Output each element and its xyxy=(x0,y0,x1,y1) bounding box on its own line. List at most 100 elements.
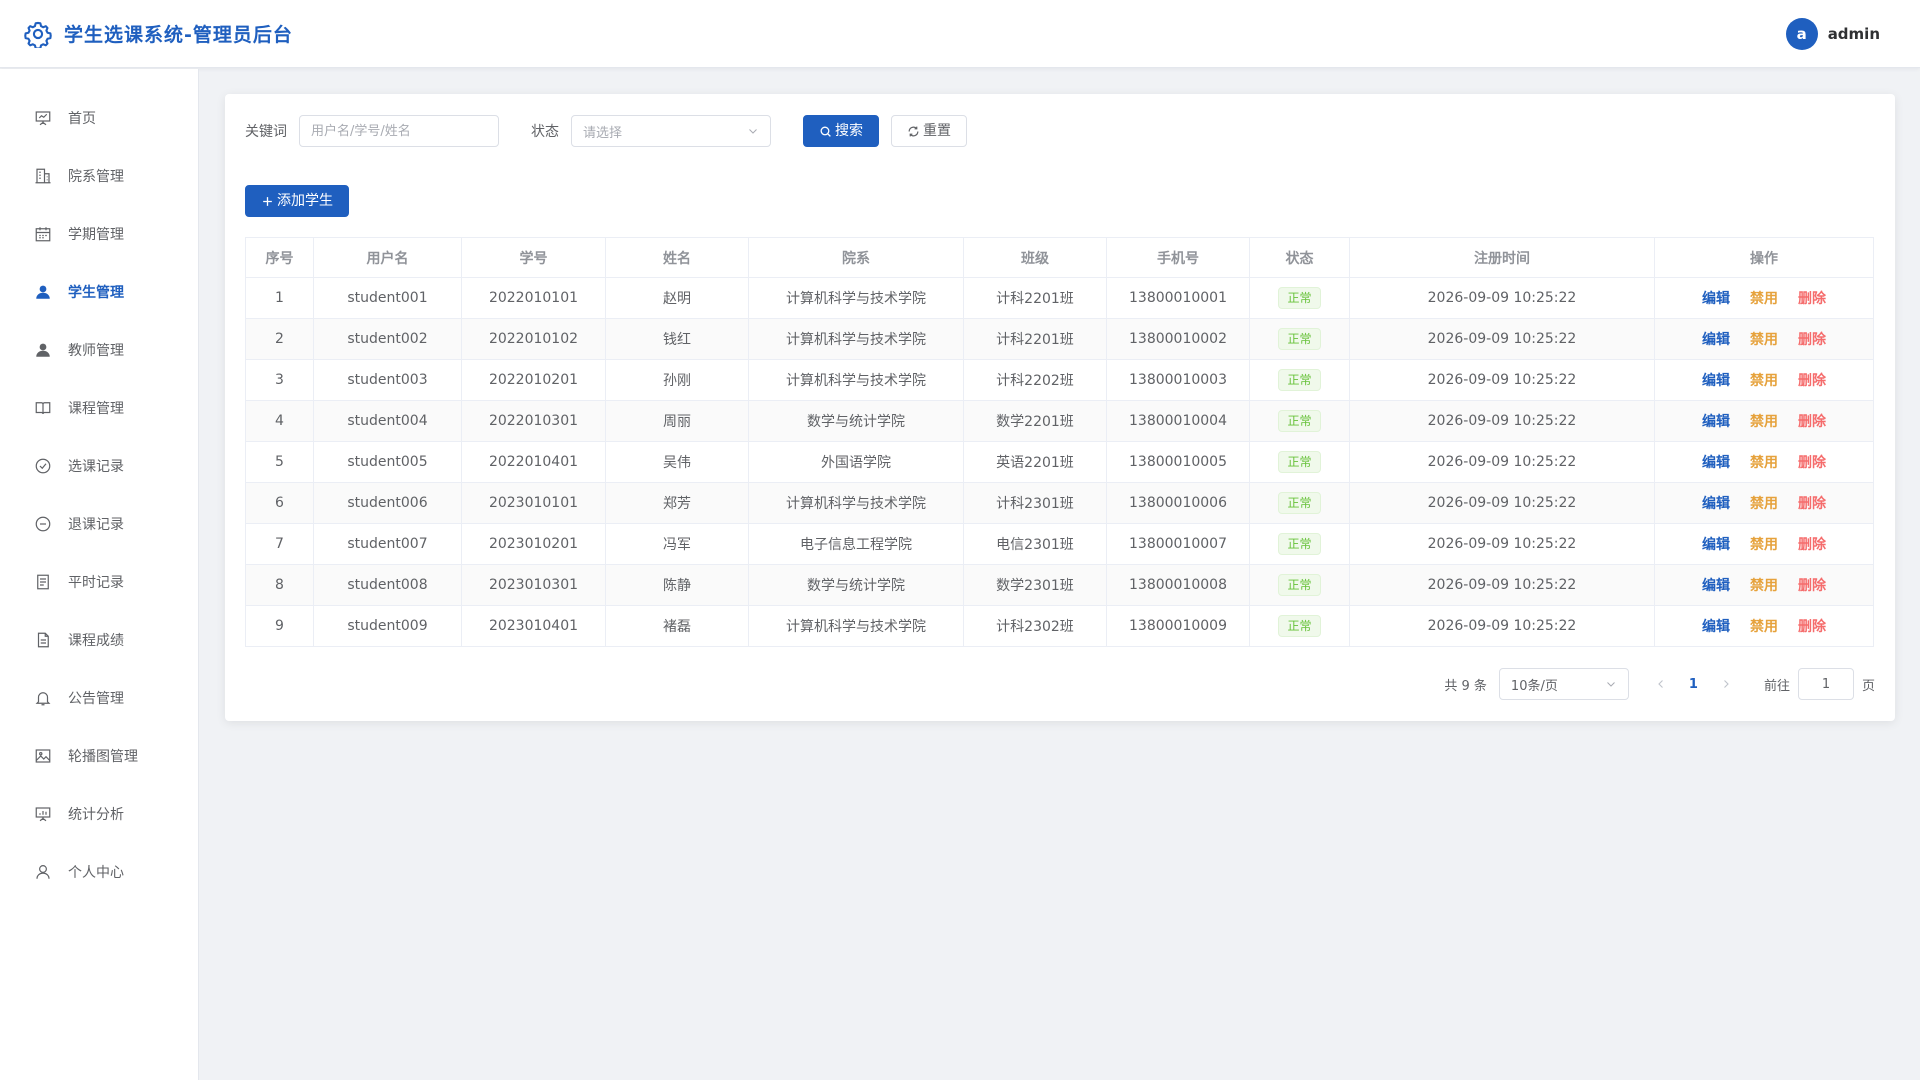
add-student-button[interactable]: 添加学生 xyxy=(245,185,349,217)
chevron-down-icon xyxy=(749,129,757,134)
table-cell: student008 xyxy=(313,564,462,606)
delete-button[interactable]: 删除 xyxy=(1798,496,1826,512)
column-header: 操作 xyxy=(1654,237,1874,278)
status-cell: 正常 xyxy=(1249,564,1350,606)
disable-button[interactable]: 禁用 xyxy=(1750,496,1778,512)
table-cell: student005 xyxy=(313,441,462,483)
edit-button[interactable]: 编辑 xyxy=(1702,496,1730,512)
actions-cell: 编辑 禁用 删除 xyxy=(1654,564,1874,606)
table-cell: student001 xyxy=(313,277,462,319)
table-cell: student009 xyxy=(313,605,462,647)
edit-button[interactable]: 编辑 xyxy=(1702,455,1730,471)
status-badge: 正常 xyxy=(1278,287,1321,309)
sidebar-item-label: 轮播图管理 xyxy=(68,749,138,765)
delete-button[interactable]: 删除 xyxy=(1798,291,1826,307)
sidebar-item-label: 院系管理 xyxy=(68,169,124,185)
table-cell: student006 xyxy=(313,482,462,524)
next-page-button[interactable] xyxy=(1714,678,1738,690)
table-cell: 数学与统计学院 xyxy=(748,564,964,606)
sidebar-item-courses[interactable]: 课程管理 xyxy=(0,379,198,437)
tickets-icon xyxy=(37,574,49,590)
page-size-select[interactable]: 10条/页 xyxy=(1498,668,1629,700)
avatar[interactable]: a xyxy=(1785,18,1818,50)
sidebar: 首页 院系管理 学期管理 学生管理 教师管理 课程管理 选课记录 退课记录 平时… xyxy=(0,69,199,1080)
user-menu[interactable]: a admin xyxy=(1785,18,1880,50)
status-badge: 正常 xyxy=(1278,574,1321,596)
disable-button[interactable]: 禁用 xyxy=(1750,537,1778,553)
table-cell: 2023010301 xyxy=(461,564,606,606)
disable-button[interactable]: 禁用 xyxy=(1750,414,1778,430)
table-cell: student007 xyxy=(313,523,462,565)
disable-button[interactable]: 禁用 xyxy=(1750,578,1778,594)
username[interactable]: admin xyxy=(1828,25,1880,43)
delete-button[interactable]: 删除 xyxy=(1798,537,1826,553)
sidebar-item-students[interactable]: 学生管理 xyxy=(0,263,198,321)
table-cell: 计算机科学与技术学院 xyxy=(748,482,964,524)
plus-icon xyxy=(263,196,272,206)
page-number[interactable]: 1 xyxy=(1689,677,1698,692)
sidebar-item-announcements[interactable]: 公告管理 xyxy=(0,669,198,727)
filter-bar: 关键词 状态 请选择 搜索 重置 xyxy=(245,115,967,147)
actions-cell: 编辑 禁用 删除 xyxy=(1654,441,1874,483)
delete-button[interactable]: 删除 xyxy=(1798,332,1826,348)
disable-button[interactable]: 禁用 xyxy=(1750,332,1778,348)
user-filled-icon xyxy=(36,285,50,299)
status-cell: 正常 xyxy=(1249,482,1350,524)
delete-button[interactable]: 删除 xyxy=(1798,455,1826,471)
edit-button[interactable]: 编辑 xyxy=(1702,578,1730,594)
keyword-input[interactable] xyxy=(299,115,499,147)
reset-button[interactable]: 重置 xyxy=(891,115,967,147)
disable-button[interactable]: 禁用 xyxy=(1750,619,1778,635)
edit-button[interactable]: 编辑 xyxy=(1702,414,1730,430)
edit-button[interactable]: 编辑 xyxy=(1702,332,1730,348)
status-cell: 正常 xyxy=(1249,277,1350,319)
goto-page-input[interactable] xyxy=(1797,668,1854,700)
status-badge: 正常 xyxy=(1278,451,1321,473)
status-select[interactable]: 请选择 xyxy=(571,115,771,147)
sidebar-item-profile[interactable]: 个人中心 xyxy=(0,843,198,901)
column-header: 学号 xyxy=(461,237,606,278)
sidebar-item-label: 个人中心 xyxy=(68,865,124,881)
disable-button[interactable]: 禁用 xyxy=(1750,373,1778,389)
edit-button[interactable]: 编辑 xyxy=(1702,291,1730,307)
search-button[interactable]: 搜索 xyxy=(803,115,879,147)
delete-button[interactable]: 删除 xyxy=(1798,619,1826,635)
sidebar-item-drops[interactable]: 退课记录 xyxy=(0,495,198,553)
sidebar-item-departments[interactable]: 院系管理 xyxy=(0,147,198,205)
table-cell: 2023010201 xyxy=(461,523,606,565)
sidebar-item-teachers[interactable]: 教师管理 xyxy=(0,321,198,379)
table-cell: 13800010003 xyxy=(1106,359,1250,401)
sidebar-item-grades[interactable]: 课程成绩 xyxy=(0,611,198,669)
status-badge: 正常 xyxy=(1278,615,1321,637)
delete-button[interactable]: 删除 xyxy=(1798,373,1826,389)
reset-button-label: 重置 xyxy=(923,123,951,139)
sidebar-item-semesters[interactable]: 学期管理 xyxy=(0,205,198,263)
table-cell: 计科2201班 xyxy=(963,318,1107,360)
table-row: 8 student008 2023010301 陈静 数学与统计学院 数学2301班 138… xyxy=(245,564,1874,606)
status-select-placeholder: 请选择 xyxy=(583,125,623,141)
student-table: 序号 用户名 学号 姓名 院系 班级 手机号 状态 注册时间 操作 1 stude… xyxy=(245,237,1874,647)
status-cell: 正常 xyxy=(1249,605,1350,647)
sidebar-item-enrollments[interactable]: 选课记录 xyxy=(0,437,198,495)
sidebar-item-carousel[interactable]: 轮播图管理 xyxy=(0,727,198,785)
column-header: 序号 xyxy=(245,237,314,278)
disable-button[interactable]: 禁用 xyxy=(1750,455,1778,471)
edit-button[interactable]: 编辑 xyxy=(1702,373,1730,389)
table-row: 9 student009 2023010401 褚磊 计算机科学与技术学院 计科2302班… xyxy=(245,605,1874,647)
table-row: 4 student004 2022010301 周丽 数学与统计学院 数学2201班 138… xyxy=(245,400,1874,442)
table-cell: 13800010007 xyxy=(1106,523,1250,565)
table-cell: 外国语学院 xyxy=(748,441,964,483)
prev-page-button[interactable] xyxy=(1649,678,1673,690)
sidebar-item-daily-records[interactable]: 平时记录 xyxy=(0,553,198,611)
edit-button[interactable]: 编辑 xyxy=(1702,537,1730,553)
sidebar-item-home[interactable]: 首页 xyxy=(0,89,198,147)
edit-button[interactable]: 编辑 xyxy=(1702,619,1730,635)
delete-button[interactable]: 删除 xyxy=(1798,578,1826,594)
disable-button[interactable]: 禁用 xyxy=(1750,291,1778,307)
sidebar-item-statistics[interactable]: 统计分析 xyxy=(0,785,198,843)
user-icon xyxy=(36,865,50,879)
logo: 学生选课系统-管理员后台 xyxy=(24,20,293,48)
status-cell: 正常 xyxy=(1249,400,1350,442)
table-cell: 计算机科学与技术学院 xyxy=(748,318,964,360)
delete-button[interactable]: 删除 xyxy=(1798,414,1826,430)
